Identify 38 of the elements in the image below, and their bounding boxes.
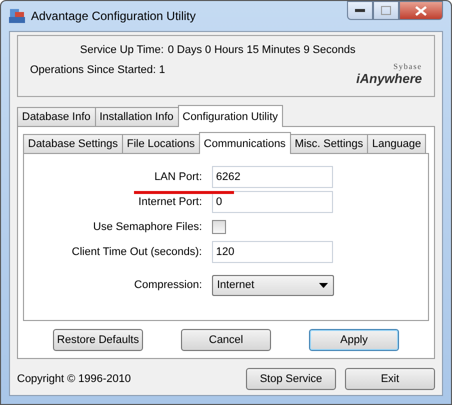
- dropdown-arrow-icon: [319, 282, 328, 288]
- maximize-icon: [381, 6, 391, 15]
- app-icon: [9, 8, 25, 24]
- field-label: Client Time Out (seconds):: [72, 246, 202, 258]
- button[interactable]: Cancel: [181, 329, 271, 351]
- tab[interactable]: Configuration Utility: [178, 105, 283, 127]
- field-label: Internet Port:: [138, 196, 202, 208]
- tab[interactable]: Installation Info: [94, 107, 178, 126]
- input-field[interactable]: 0: [212, 191, 333, 213]
- tab[interactable]: File Locations: [122, 134, 200, 153]
- copyright-text: Copyright © 1996-2010: [17, 373, 131, 385]
- close-icon: [415, 6, 427, 16]
- field-label: Use Semaphore Files:: [93, 221, 202, 233]
- button[interactable]: Exit: [345, 368, 435, 390]
- logo-wordmark: iAnywhere: [356, 71, 422, 86]
- minimize-button[interactable]: [347, 1, 373, 20]
- operations-count: Operations Since Started: 1: [30, 64, 166, 78]
- button[interactable]: Restore Defaults: [53, 329, 143, 351]
- input-field[interactable]: 120: [212, 241, 333, 263]
- window-title: Advantage Configuration Utility: [31, 9, 197, 23]
- tab[interactable]: Misc. Settings: [290, 134, 368, 153]
- checkbox[interactable]: [212, 220, 226, 234]
- uptime-label: Service Up Time:: [80, 44, 164, 56]
- logo-caption: Sybase: [393, 62, 422, 71]
- field-label: LAN Port:: [154, 171, 202, 183]
- uptime-value: 0 Days 0 Hours 15 Minutes 9 Seconds: [168, 44, 356, 56]
- dropdown[interactable]: Internet: [212, 274, 334, 296]
- tab[interactable]: Communications: [198, 132, 291, 154]
- tab[interactable]: Database Settings: [23, 134, 123, 153]
- tab[interactable]: Language: [367, 134, 426, 153]
- tab[interactable]: Database Info: [17, 107, 96, 126]
- input-field[interactable]: 6262: [212, 166, 333, 188]
- maximize-button[interactable]: [373, 1, 399, 20]
- button[interactable]: Apply: [309, 329, 399, 351]
- field-label: Compression:: [134, 279, 202, 291]
- button[interactable]: Stop Service: [246, 368, 336, 390]
- close-button[interactable]: [399, 1, 443, 20]
- minimize-icon: [355, 8, 365, 12]
